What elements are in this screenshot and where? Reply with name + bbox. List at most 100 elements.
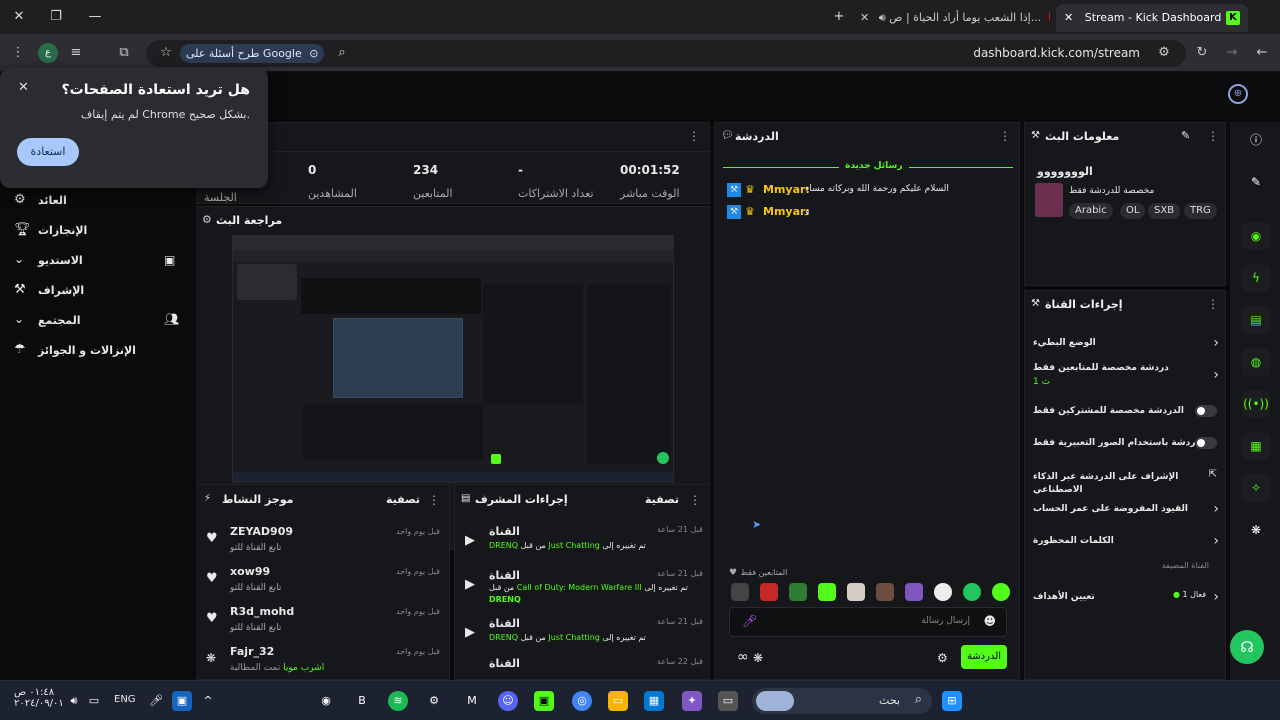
app-m-icon[interactable]: M bbox=[462, 691, 482, 711]
settings-icon[interactable]: ⚙ bbox=[937, 651, 948, 665]
emote[interactable] bbox=[992, 583, 1010, 601]
filter-button[interactable]: تصفية bbox=[386, 493, 420, 506]
infinity-icon[interactable]: ∞ bbox=[737, 649, 749, 665]
emote[interactable] bbox=[847, 583, 865, 601]
address-bar[interactable]: ☆ طرح أسئلة على Google ⊙ ⌕ dashboard.kic… bbox=[146, 40, 1186, 67]
more-options-icon[interactable]: ⋮ bbox=[689, 493, 701, 507]
set-goals-row[interactable]: تعيين الأهداف ● فعال 1 › bbox=[1033, 589, 1219, 607]
emote[interactable] bbox=[963, 583, 981, 601]
minimize-window-icon[interactable]: — bbox=[82, 6, 108, 28]
restore-button[interactable]: استعادة bbox=[17, 138, 79, 166]
site-settings-icon[interactable]: ⚙ bbox=[1154, 43, 1174, 63]
network-icon[interactable]: ▭ bbox=[84, 691, 104, 711]
banned-words-row[interactable]: الكلمات المحظورة › bbox=[1033, 533, 1219, 551]
more-options-icon[interactable]: ⋮ bbox=[428, 493, 440, 507]
spotify-icon[interactable]: ≋ bbox=[388, 691, 408, 711]
edit-icon[interactable]: ✎ bbox=[1181, 129, 1190, 142]
language-globe-icon[interactable]: ⊕ bbox=[1228, 84, 1248, 104]
tab-youtube[interactable]: ✕ 🔊︎ إذا الشعب يوما أراد الحياة | ص... bbox=[852, 4, 1050, 32]
edit-icon[interactable]: ✎ bbox=[1242, 168, 1270, 196]
followers-only-row[interactable]: دردشة مخصصة للمتابعين فقط 1 ث › bbox=[1033, 363, 1219, 393]
language-indicator[interactable]: ENG bbox=[114, 694, 136, 705]
sidebar-item-revenue[interactable]: ⚙ العائد bbox=[14, 192, 184, 212]
sidebar-item-community[interactable]: ⌄ المجتمع 👥︎ bbox=[14, 312, 184, 332]
broadcast-icon[interactable]: ((•)) bbox=[1242, 390, 1270, 418]
microphone-icon[interactable]: 🎤︎ bbox=[742, 614, 757, 628]
steam-icon[interactable]: ⚙ bbox=[424, 691, 444, 711]
send-chat-button[interactable]: الدردشة bbox=[961, 645, 1007, 669]
layout-icon[interactable]: ▦ bbox=[1242, 432, 1270, 460]
emote[interactable] bbox=[760, 583, 778, 601]
chevron-up-icon[interactable]: ^ bbox=[198, 691, 218, 711]
app-kick-studio-icon[interactable]: ▣ bbox=[534, 691, 554, 711]
extensions-icon[interactable]: ⧉ bbox=[114, 43, 134, 63]
info-icon[interactable]: ⓘ bbox=[1242, 126, 1270, 154]
store-icon[interactable]: ▦ bbox=[644, 691, 664, 711]
chat-input[interactable]: 🎤︎ إرسال رسالة ☻ bbox=[729, 607, 1007, 637]
start-windows-icon[interactable]: ⊞ bbox=[942, 691, 962, 711]
lightning-icon[interactable]: ϟ bbox=[1242, 264, 1270, 292]
tag-chip[interactable]: TRG bbox=[1184, 203, 1217, 219]
sidebar-item-achievements[interactable]: 🏆︎ الإنجازات bbox=[14, 222, 184, 242]
sidebar-item-drops[interactable]: ☂ الإنزالات و الجوائز bbox=[14, 342, 184, 362]
close-window-icon[interactable]: ✕ bbox=[6, 6, 32, 28]
profile-avatar-icon[interactable]: ع bbox=[38, 43, 58, 63]
chrome-icon[interactable]: ◎ bbox=[572, 691, 592, 711]
gift-icon[interactable]: ❋ bbox=[1242, 516, 1270, 544]
clipboard-icon[interactable]: ▤ bbox=[1242, 306, 1270, 334]
more-options-icon[interactable]: ⋮ bbox=[999, 129, 1011, 143]
close-tab-icon[interactable]: ✕ bbox=[1064, 11, 1073, 24]
new-tab-icon[interactable]: + bbox=[826, 6, 852, 28]
clock[interactable]: ٠١:٤٨ ص ٢٠٢٤/٠٩/٠١ bbox=[14, 687, 64, 709]
google-ask-pill[interactable]: طرح أسئلة على Google ⊙ bbox=[180, 44, 325, 63]
more-options-icon[interactable]: ⋮ bbox=[688, 129, 700, 143]
chat-username[interactable]: Mmyar: bbox=[763, 183, 810, 196]
support-headset-button[interactable]: ☊ bbox=[1230, 630, 1264, 664]
filter-button[interactable]: تصفية bbox=[645, 493, 679, 506]
volume-icon[interactable]: 🔊︎ bbox=[64, 691, 84, 711]
sidebar-item-moderation[interactable]: ⚒ الإشراف bbox=[14, 282, 184, 302]
forward-icon[interactable]: → bbox=[1222, 43, 1242, 63]
app-bm-icon[interactable]: B bbox=[352, 691, 372, 711]
discord-icon[interactable]: ☺ bbox=[498, 691, 518, 711]
activity-user[interactable]: R3d_mohd bbox=[230, 605, 294, 618]
slow-mode-row[interactable]: الوضع البطيء › bbox=[1033, 335, 1219, 353]
microphone-icon[interactable]: 🎤︎ bbox=[146, 691, 166, 711]
emote[interactable] bbox=[905, 583, 923, 601]
copilot-icon[interactable]: ✦ bbox=[682, 691, 702, 711]
obs-icon[interactable]: ◉ bbox=[316, 691, 336, 711]
tag-chip[interactable]: SXB bbox=[1148, 203, 1181, 219]
emote[interactable] bbox=[934, 583, 952, 601]
reload-icon[interactable]: ↻ bbox=[1192, 43, 1212, 63]
subscribers-only-toggle[interactable] bbox=[1195, 405, 1217, 417]
close-icon[interactable]: ✕ bbox=[18, 80, 29, 95]
more-options-icon[interactable]: ⋮ bbox=[1207, 129, 1219, 143]
menu-icon[interactable]: ⋮ bbox=[8, 43, 28, 63]
back-icon[interactable]: ← bbox=[1252, 43, 1272, 63]
close-tab-icon[interactable]: ✕ bbox=[860, 11, 869, 24]
star-icon[interactable]: ☆ bbox=[156, 43, 176, 63]
chat-username[interactable]: Mmyar: bbox=[763, 205, 810, 218]
stream-video-preview[interactable] bbox=[232, 235, 674, 483]
emote[interactable] bbox=[731, 583, 749, 601]
task-view-icon[interactable]: ▭ bbox=[718, 691, 738, 711]
account-age-row[interactable]: القيود المفروضة على عمر الحساب › bbox=[1033, 501, 1219, 519]
emote[interactable] bbox=[789, 583, 807, 601]
activity-user[interactable]: xow99 bbox=[230, 565, 270, 578]
ai-moderation-row[interactable]: الإشراف على الدردشة عبر الذكاء الاصطناعي… bbox=[1033, 469, 1219, 495]
file-explorer-icon[interactable]: ▭ bbox=[608, 691, 628, 711]
emoji-icon[interactable]: ☻ bbox=[983, 614, 996, 628]
activity-user[interactable]: ZEYAD909 bbox=[230, 525, 293, 538]
tab-kick-dashboard[interactable]: ✕ Stream - Kick Dashboard K bbox=[1056, 4, 1248, 32]
stream-category[interactable]: مخصصة للدردشة فقط bbox=[1069, 186, 1154, 196]
gift-icon[interactable]: ❋ bbox=[753, 651, 763, 665]
tray-app-icon[interactable]: ▣ bbox=[172, 691, 192, 711]
taskbar-search[interactable]: بحث ⌕ bbox=[752, 688, 932, 714]
sidebar-item-studio[interactable]: ⌄ الاستديو ▣ bbox=[14, 252, 184, 272]
emote[interactable] bbox=[818, 583, 836, 601]
emote[interactable] bbox=[876, 583, 894, 601]
wrench-icon[interactable]: ✧ bbox=[1242, 474, 1270, 502]
camera-icon[interactable]: ◉ bbox=[1242, 222, 1270, 250]
settings-icon[interactable]: ⚙ bbox=[202, 213, 212, 226]
chat-bubble-icon[interactable]: ◍ bbox=[1242, 348, 1270, 376]
